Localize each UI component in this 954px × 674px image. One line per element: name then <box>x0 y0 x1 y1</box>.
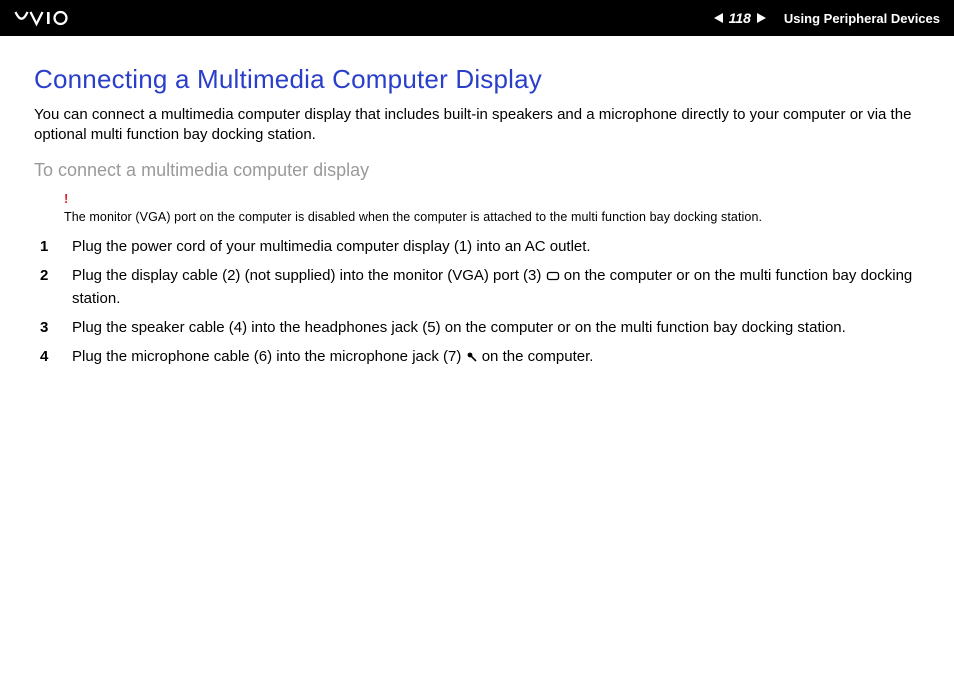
microphone-icon <box>466 348 478 369</box>
step-item: Plug the speaker cable (4) into the head… <box>34 317 920 338</box>
step-item: Plug the microphone cable (6) into the m… <box>34 346 920 369</box>
vga-port-icon <box>546 267 560 288</box>
page-title: Connecting a Multimedia Computer Display <box>34 64 920 95</box>
header-nav: 118 Using Peripheral Devices <box>714 10 940 26</box>
step-text-post: on the computer. <box>478 348 594 365</box>
step-item: Plug the display cable (2) (not supplied… <box>34 265 920 309</box>
intro-text: You can connect a multimedia computer di… <box>34 105 920 146</box>
next-page-icon[interactable] <box>757 13 766 23</box>
section-title: Using Peripheral Devices <box>784 11 940 26</box>
steps-list: Plug the power cord of your multimedia c… <box>34 236 920 369</box>
step-item: Plug the power cord of your multimedia c… <box>34 236 920 257</box>
header-bar: 118 Using Peripheral Devices <box>0 0 954 36</box>
step-text: Plug the speaker cable (4) into the head… <box>72 319 846 336</box>
page-number: 118 <box>729 10 751 26</box>
prev-page-icon[interactable] <box>714 13 723 23</box>
warning-icon: ! <box>64 191 920 206</box>
warning-block: ! The monitor (VGA) port on the computer… <box>64 191 920 226</box>
step-text: Plug the power cord of your multimedia c… <box>72 238 591 255</box>
sub-heading: To connect a multimedia computer display <box>34 160 920 181</box>
vaio-logo <box>14 9 104 27</box>
warning-text: The monitor (VGA) port on the computer i… <box>64 210 762 224</box>
page-content: Connecting a Multimedia Computer Display… <box>0 36 954 369</box>
step-text: Plug the microphone cable (6) into the m… <box>72 348 466 365</box>
step-text: Plug the display cable (2) (not supplied… <box>72 267 546 284</box>
